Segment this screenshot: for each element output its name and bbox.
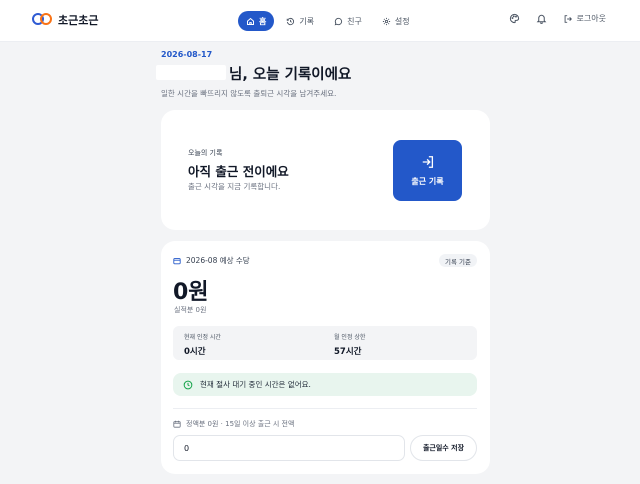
- check-in-button[interactable]: 출근 기록: [393, 140, 462, 201]
- header-tools: 로그아웃: [509, 13, 606, 24]
- divider: [173, 408, 477, 409]
- redacted-username: [156, 65, 226, 80]
- nav-item-friends[interactable]: 친구: [326, 11, 370, 31]
- basis-badge: 기록 기준: [439, 254, 477, 267]
- today-record-card: 오늘의 기록 아직 출근 전이에요 출근 시각을 지금 기록합니다. 출근 기록: [161, 110, 490, 230]
- current-hours-label: 현재 인정 시간: [184, 334, 221, 341]
- page-subtitle: 일한 시간을 빠뜨리지 않도록 출퇴근 시각을 남겨주세요.: [161, 89, 337, 98]
- monthly-cap: 월 인정 상한 57시간: [334, 332, 365, 357]
- fixed-pay-label: 정액분 0원 · 15일 이상 출근 시 전액: [173, 419, 294, 429]
- pay-amount: 0원: [173, 280, 209, 305]
- logout-icon: [564, 14, 572, 23]
- monthly-cap-label: 월 인정 상한: [334, 334, 366, 341]
- wallet-icon: [173, 257, 181, 264]
- main-nav: 홈 기록 친구 설정: [238, 11, 418, 31]
- chat-icon: [334, 17, 343, 25]
- redacted-area: [104, 14, 157, 26]
- notice-text: 현재 절사 대기 중인 시간은 없어요.: [200, 380, 311, 389]
- nav-item-home[interactable]: 홈: [238, 11, 275, 31]
- palette-icon[interactable]: [509, 13, 520, 24]
- today-hint: 출근 시각을 지금 기록합니다.: [188, 182, 281, 191]
- hours-summary: 현재 인정 시간 0시간 월 인정 상한 57시간: [173, 326, 477, 360]
- nav-label: 친구: [347, 16, 362, 26]
- logout-label: 로그아웃: [576, 14, 606, 23]
- pay-title: 2026-08 예상 수당: [173, 255, 250, 266]
- brand-name: 초근초근: [58, 14, 99, 27]
- save-work-days-button[interactable]: 출근일수 저장: [410, 435, 477, 461]
- pay-title-text: 2026-08 예상 수당: [186, 256, 250, 265]
- brand-logo-icon: [32, 13, 52, 27]
- page-date: 2026-08-17: [161, 50, 213, 59]
- clock-icon: [183, 380, 193, 389]
- nav-label: 설정: [394, 16, 410, 26]
- fixed-pay-text: 정액분 0원 · 15일 이상 출근 시 전액: [186, 420, 295, 428]
- login-icon: [422, 155, 433, 168]
- nav-label: 기록: [299, 16, 315, 26]
- logout-button[interactable]: 로그아웃: [563, 13, 606, 24]
- bell-icon[interactable]: [536, 13, 547, 24]
- today-status: 아직 출근 전이에요: [188, 164, 289, 179]
- pay-actual: 실적분 0원: [174, 306, 207, 314]
- rounding-notice: 현재 절사 대기 중인 시간은 없어요.: [173, 373, 477, 396]
- calendar-icon: [173, 420, 181, 428]
- nav-item-history[interactable]: 기록: [278, 11, 322, 31]
- pay-estimate-card: 2026-08 예상 수당 기록 기준 0원 실적분 0원 현재 인정 시간 0…: [161, 241, 490, 474]
- monthly-cap-value: 57시간: [334, 347, 362, 357]
- page-title: 님, 오늘 기록이에요: [229, 67, 352, 83]
- nav-item-settings[interactable]: 설정: [374, 11, 418, 31]
- history-icon: [287, 17, 295, 25]
- gear-icon: [382, 17, 390, 25]
- home-icon: [247, 17, 254, 25]
- work-days-input[interactable]: [173, 435, 405, 461]
- nav-label: 홈: [259, 16, 267, 26]
- today-label: 오늘의 기록: [188, 149, 223, 157]
- current-hours-value: 0시간: [184, 347, 206, 357]
- check-in-label: 출근 기록: [411, 176, 444, 186]
- current-hours: 현재 인정 시간 0시간: [184, 332, 221, 357]
- top-navigation-bar: 초근초근 홈 기록 친구 설정 로그아웃: [0, 0, 640, 42]
- brand[interactable]: 초근초근: [32, 12, 157, 28]
